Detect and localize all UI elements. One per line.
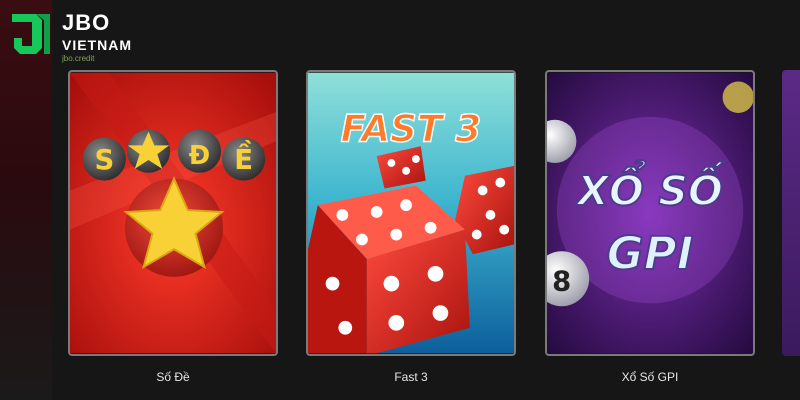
so-de-artwork: S Đ Ề bbox=[70, 72, 276, 354]
svg-text:8: 8 bbox=[552, 266, 571, 297]
svg-text:XỔ SỐ: XỔ SỐ bbox=[574, 160, 725, 215]
svg-text:GPI: GPI bbox=[607, 227, 694, 280]
game-card-so-de[interactable]: S Đ Ề bbox=[68, 70, 278, 356]
fast-3-artwork: FAST 3 bbox=[308, 72, 514, 354]
game-card-fast-3[interactable]: FAST 3 bbox=[306, 70, 516, 356]
brand-country: VIETNAM bbox=[62, 37, 132, 53]
svg-text:Ề: Ề bbox=[234, 139, 253, 176]
game-title-fast-3[interactable]: Fast 3 bbox=[306, 370, 516, 384]
svg-text:Đ: Đ bbox=[189, 141, 210, 171]
svg-text:S: S bbox=[94, 145, 114, 176]
brand-name: JBO bbox=[62, 10, 111, 35]
xo-so-gpi-artwork: 8 XỔ SỐ GPI bbox=[547, 72, 753, 354]
brand-domain: jbo.credit bbox=[62, 54, 95, 63]
brand-logo[interactable]: JBO VIETNAM jbo.credit bbox=[6, 8, 132, 63]
svg-text:FAST 3: FAST 3 bbox=[341, 106, 482, 150]
jbo-logo-icon bbox=[12, 14, 50, 54]
game-title-xo-so-gpi[interactable]: Xổ Số GPI bbox=[545, 370, 755, 384]
game-title-so-de[interactable]: Số Đề bbox=[68, 370, 278, 384]
game-card-partial-next[interactable] bbox=[782, 70, 800, 356]
game-card-xo-so-gpi[interactable]: 8 XỔ SỐ GPI bbox=[545, 70, 755, 356]
